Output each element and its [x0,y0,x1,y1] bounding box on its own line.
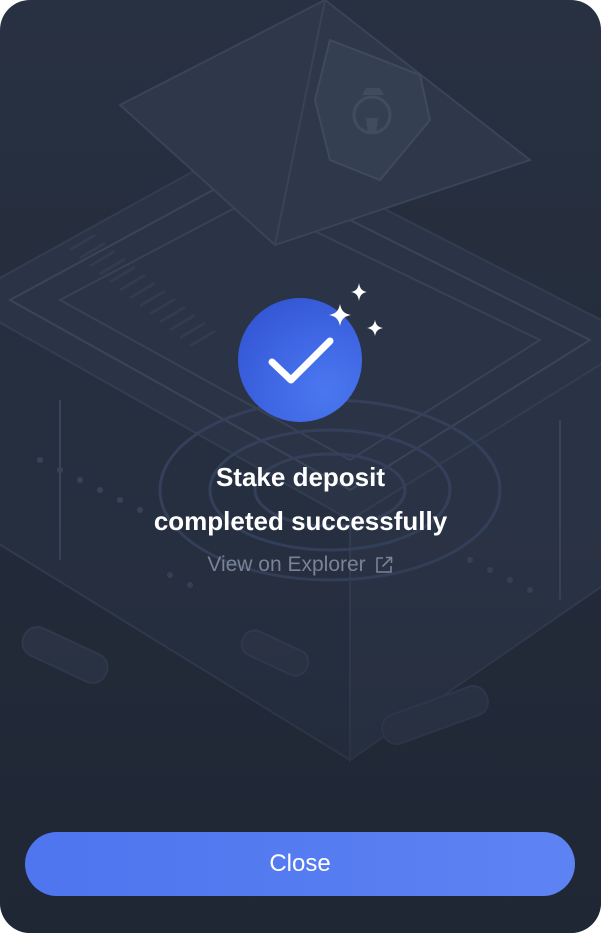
stake-success-modal: Stake deposit completed successfully Vie… [0,0,601,933]
success-title: Stake deposit completed successfully [60,455,541,543]
success-title-line-2: completed successfully [153,506,448,536]
view-on-explorer-label: View on Explorer [207,553,366,576]
external-link-icon [375,556,392,573]
close-button[interactable]: Close [25,832,575,896]
sparkle-icon [329,283,383,336]
success-content: Stake deposit completed successfully Vie… [0,0,601,933]
view-on-explorer-link[interactable]: View on Explorer [150,550,451,580]
success-title-line-1: Stake deposit [215,462,386,492]
